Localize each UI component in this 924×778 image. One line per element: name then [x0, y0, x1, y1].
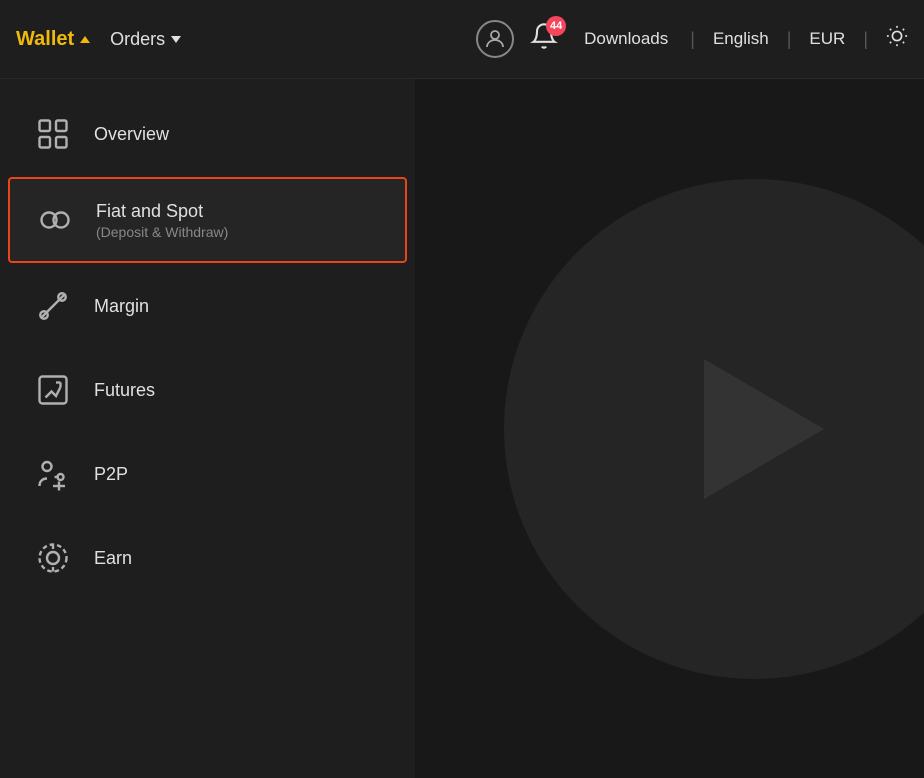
sidebar: Overview Fiat and Spot (Deposit & Withdr… — [0, 79, 415, 778]
overview-label: Overview — [94, 124, 169, 145]
language-selector[interactable]: English — [713, 29, 769, 49]
wallet-label: Wallet — [16, 28, 74, 51]
earn-label-group: Earn — [94, 548, 132, 569]
top-navigation: Wallet Orders 44 Downloads | English — [0, 0, 924, 79]
sidebar-item-margin[interactable]: Margin — [8, 265, 407, 347]
play-arrow-icon — [704, 359, 824, 499]
sidebar-item-fiat-and-spot[interactable]: Fiat and Spot (Deposit & Withdraw) — [8, 177, 407, 263]
fiat-and-spot-label-group: Fiat and Spot (Deposit & Withdraw) — [96, 201, 228, 240]
orders-nav-item[interactable]: Orders — [110, 29, 181, 50]
fiat-and-spot-icon — [34, 199, 76, 241]
notifications-button[interactable]: 44 — [530, 22, 558, 57]
p2p-label-group: P2P — [94, 464, 128, 485]
main-content: Overview Fiat and Spot (Deposit & Withdr… — [0, 79, 924, 778]
downloads-nav-item[interactable]: Downloads — [584, 29, 668, 49]
profile-avatar — [476, 20, 514, 58]
currency-selector[interactable]: EUR — [809, 29, 845, 49]
right-content-area — [415, 79, 924, 778]
sidebar-item-overview[interactable]: Overview — [8, 93, 407, 175]
sidebar-item-p2p[interactable]: P2P — [8, 433, 407, 515]
overview-label-group: Overview — [94, 124, 169, 145]
overview-icon — [32, 113, 74, 155]
earn-icon — [32, 537, 74, 579]
fiat-and-spot-label: Fiat and Spot — [96, 201, 228, 222]
orders-arrow-down-icon — [171, 36, 181, 43]
divider-3: | — [863, 29, 868, 50]
notification-count-badge: 44 — [546, 16, 566, 36]
divider-1: | — [690, 29, 695, 50]
futures-icon — [32, 369, 74, 411]
sidebar-item-futures[interactable]: Futures — [8, 349, 407, 431]
wallet-nav-item[interactable]: Wallet — [16, 28, 90, 51]
p2p-label: P2P — [94, 464, 128, 485]
decorative-circle — [504, 179, 924, 679]
currency-label: EUR — [809, 29, 845, 48]
margin-label: Margin — [94, 296, 149, 317]
profile-button[interactable] — [476, 20, 514, 58]
divider-2: | — [787, 29, 792, 50]
margin-icon — [32, 285, 74, 327]
fiat-and-spot-sublabel: (Deposit & Withdraw) — [96, 224, 228, 240]
sidebar-item-earn[interactable]: Earn — [8, 517, 407, 599]
earn-label: Earn — [94, 548, 132, 569]
downloads-label: Downloads — [584, 29, 668, 48]
p2p-icon — [32, 453, 74, 495]
futures-label: Futures — [94, 380, 155, 401]
theme-toggle-button[interactable] — [886, 25, 908, 53]
futures-label-group: Futures — [94, 380, 155, 401]
margin-label-group: Margin — [94, 296, 149, 317]
wallet-arrow-up-icon — [80, 36, 90, 43]
orders-label: Orders — [110, 29, 165, 50]
language-label: English — [713, 29, 769, 48]
